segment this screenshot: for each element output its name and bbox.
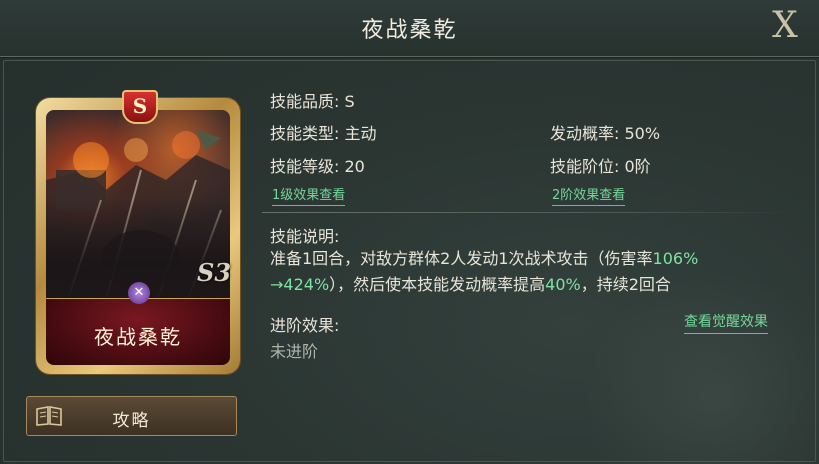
crossed-swords-icon: ✕ [128, 282, 150, 304]
awaken-effect-link[interactable]: 查看觉醒效果 [684, 311, 768, 334]
close-button[interactable]: X [765, 6, 805, 46]
rate-increase: 40% [545, 275, 581, 294]
section-divider [262, 212, 790, 213]
guide-button-label: 攻略 [112, 411, 151, 431]
advance-label: 进阶效果: [270, 316, 340, 335]
grade-badge-icon: S [122, 90, 158, 124]
skill-trigger-rate: 发动概率: 50% [550, 124, 661, 143]
panel-title: 夜战桑乾 [361, 18, 458, 43]
skill-description: 准备1回合，对敌方群体2人发动1次战术攻击（伤害率106% →424%），然后使本… [270, 246, 790, 298]
advance-value: 未进阶 [270, 342, 319, 361]
skill-quality: 技能品质: S [270, 92, 355, 111]
panel-header: 夜战桑乾 X [0, 0, 819, 57]
skill-card-name: 夜战桑乾 [94, 325, 182, 349]
damage-rate-base: 106% [652, 249, 699, 268]
tier2-effect-link[interactable]: 2阶效果查看 [552, 184, 626, 206]
description-label: 技能说明: [270, 227, 340, 246]
skill-tier: 技能阶位: 0阶 [550, 157, 651, 176]
skill-card: 夜战桑乾 [36, 98, 240, 374]
skill-type: 技能类型: 主动 [270, 124, 377, 143]
description-text-1: 准备1回合，对敌方群体2人发动1次战术攻击（伤害率 [270, 249, 653, 268]
skill-detail-panel: 夜战桑乾 X 夜战桑乾 S S3 ✕ 攻略 技能品质: S 技能类型: 主动 发… [0, 0, 819, 464]
skill-level-mark: S3 [197, 258, 232, 287]
level1-effect-link[interactable]: 1级效果查看 [272, 184, 346, 206]
description-text-2: ），然后使本技能发动概率提高 [329, 275, 546, 294]
skill-card-nameplate: 夜战桑乾 [46, 298, 230, 365]
description-text-3: ，持续2回合 [580, 275, 671, 294]
damage-rate-max: →424% [270, 275, 330, 294]
skill-level: 技能等级: 20 [270, 157, 365, 176]
guide-button[interactable]: 攻略 [26, 396, 237, 436]
